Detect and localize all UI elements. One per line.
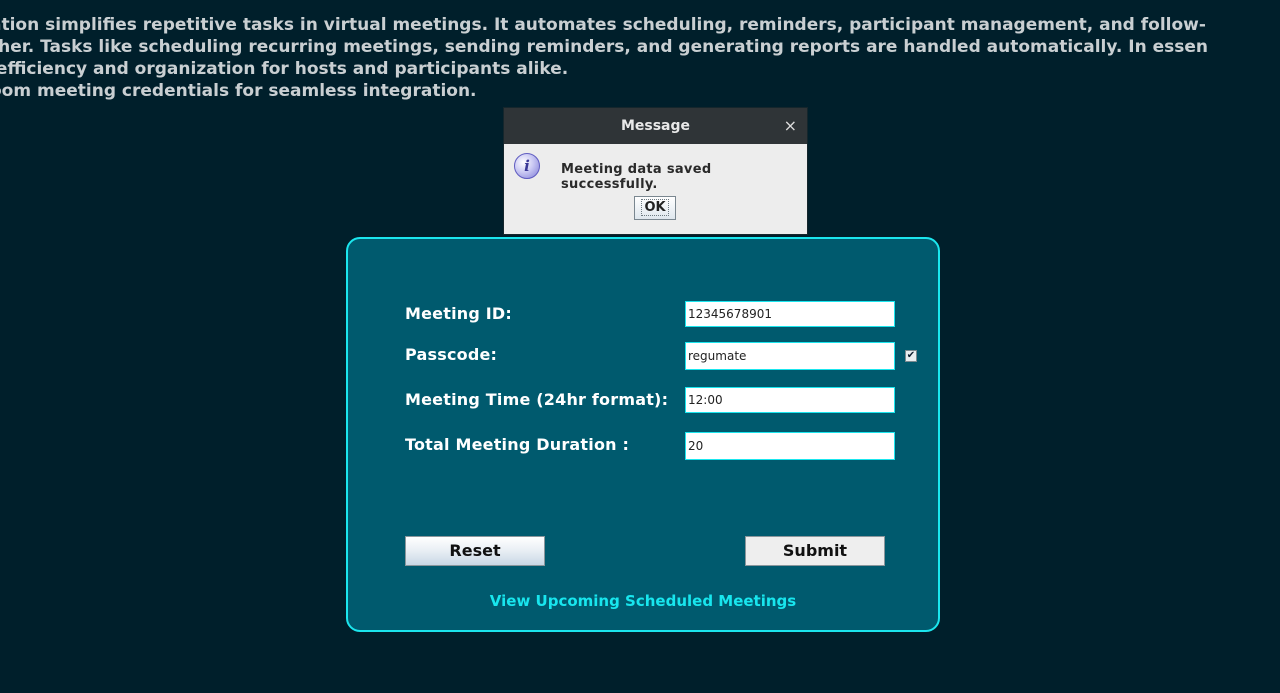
- description-text: ation simplifies repetitive tasks in vir…: [0, 14, 1280, 102]
- message-dialog: Message × i Meeting data saved successfu…: [504, 108, 807, 234]
- duration-label: Total Meeting Duration :: [405, 435, 630, 454]
- dialog-title-bar: Message ×: [504, 108, 807, 144]
- description-line: ation simplifies repetitive tasks in vir…: [0, 15, 1206, 35]
- description-line: efficiency and organization for hosts an…: [0, 59, 569, 79]
- info-icon: i: [514, 153, 540, 179]
- meeting-id-label: Meeting ID:: [405, 304, 513, 323]
- passcode-label: Passcode:: [405, 345, 498, 364]
- passcode-input[interactable]: [685, 342, 895, 370]
- reset-button[interactable]: Reset: [405, 536, 545, 566]
- show-passcode-checkbox[interactable]: ✔: [905, 350, 917, 362]
- duration-input[interactable]: [685, 432, 895, 460]
- meeting-id-row: Meeting ID:: [348, 300, 938, 330]
- close-icon[interactable]: ×: [784, 108, 797, 144]
- dialog-title: Message: [620, 118, 691, 134]
- meeting-time-label: Meeting Time (24hr format):: [405, 390, 669, 409]
- duration-row: Total Meeting Duration :: [348, 431, 938, 461]
- passcode-row: Passcode: ✔: [348, 341, 938, 371]
- dialog-message: Meeting data saved successfully.: [561, 162, 712, 192]
- meeting-form-panel: Meeting ID: Passcode: ✔ Meeting Time (24…: [346, 237, 940, 632]
- meeting-time-input[interactable]: [685, 387, 895, 413]
- meeting-id-input[interactable]: [685, 301, 895, 327]
- ok-button[interactable]: OK: [634, 196, 676, 220]
- description-line: ther. Tasks like scheduling recurring me…: [0, 37, 1209, 57]
- view-upcoming-meetings-link[interactable]: View Upcoming Scheduled Meetings: [348, 592, 938, 610]
- meeting-time-row: Meeting Time (24hr format):: [348, 386, 938, 416]
- description-line: oom meeting credentials for seamless int…: [0, 81, 477, 101]
- submit-button[interactable]: Submit: [745, 536, 885, 566]
- ok-button-label: OK: [641, 199, 669, 216]
